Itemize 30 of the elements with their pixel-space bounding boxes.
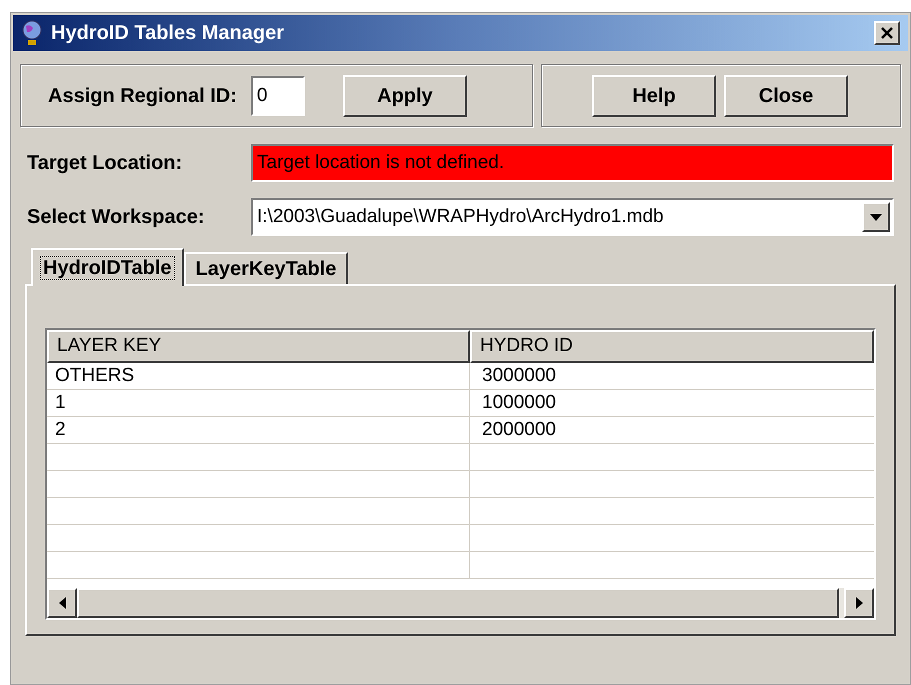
scroll-left-button[interactable] (47, 588, 77, 618)
close-button[interactable] (874, 21, 900, 45)
workspace-label: Select Workspace: (27, 205, 206, 230)
tab[interactable]: LayerKeyTable (184, 252, 348, 284)
column-header[interactable]: HYDRO ID (470, 330, 874, 363)
dialog-button[interactable]: Help (592, 74, 716, 116)
dialog-button[interactable]: Close (724, 74, 848, 116)
left-arrow-icon (58, 597, 66, 609)
table-cell-text: 1000000 (481, 391, 557, 415)
target-location-label: Target Location: (27, 151, 184, 176)
apply-button[interactable]: Apply (342, 74, 467, 116)
table-cell: 2 (47, 417, 470, 443)
caret-icon (870, 214, 882, 220)
right-arrow-icon (856, 597, 862, 609)
scroll-right-button[interactable] (844, 588, 874, 618)
workspace-dropdown[interactable]: I:\2003\Guadalupe\WRAPHydro\ArcHydro1.mdb (251, 198, 894, 236)
table-cell: OTHERS (47, 363, 470, 389)
table-cell-text: 2000000 (481, 418, 557, 442)
globe-icon (21, 20, 43, 46)
window-title: HydroID Tables Manager (51, 21, 286, 46)
tab[interactable]: HydroIDTable (31, 248, 184, 286)
dropdown-button[interactable] (862, 202, 890, 232)
close-icon (881, 27, 893, 39)
target-location-field: Target location is not defined. (251, 144, 894, 182)
column-header[interactable]: LAYER KEY (47, 330, 470, 363)
table-cell: 1 (47, 390, 470, 416)
workspace-value: I:\2003\Guadalupe\WRAPHydro\ArcHydro1.mdb (257, 204, 665, 229)
regional-id-field[interactable]: 0 (250, 76, 305, 116)
table-cell-text: 3000000 (481, 364, 557, 388)
regional-id-label: Assign Regional ID: (48, 84, 237, 108)
